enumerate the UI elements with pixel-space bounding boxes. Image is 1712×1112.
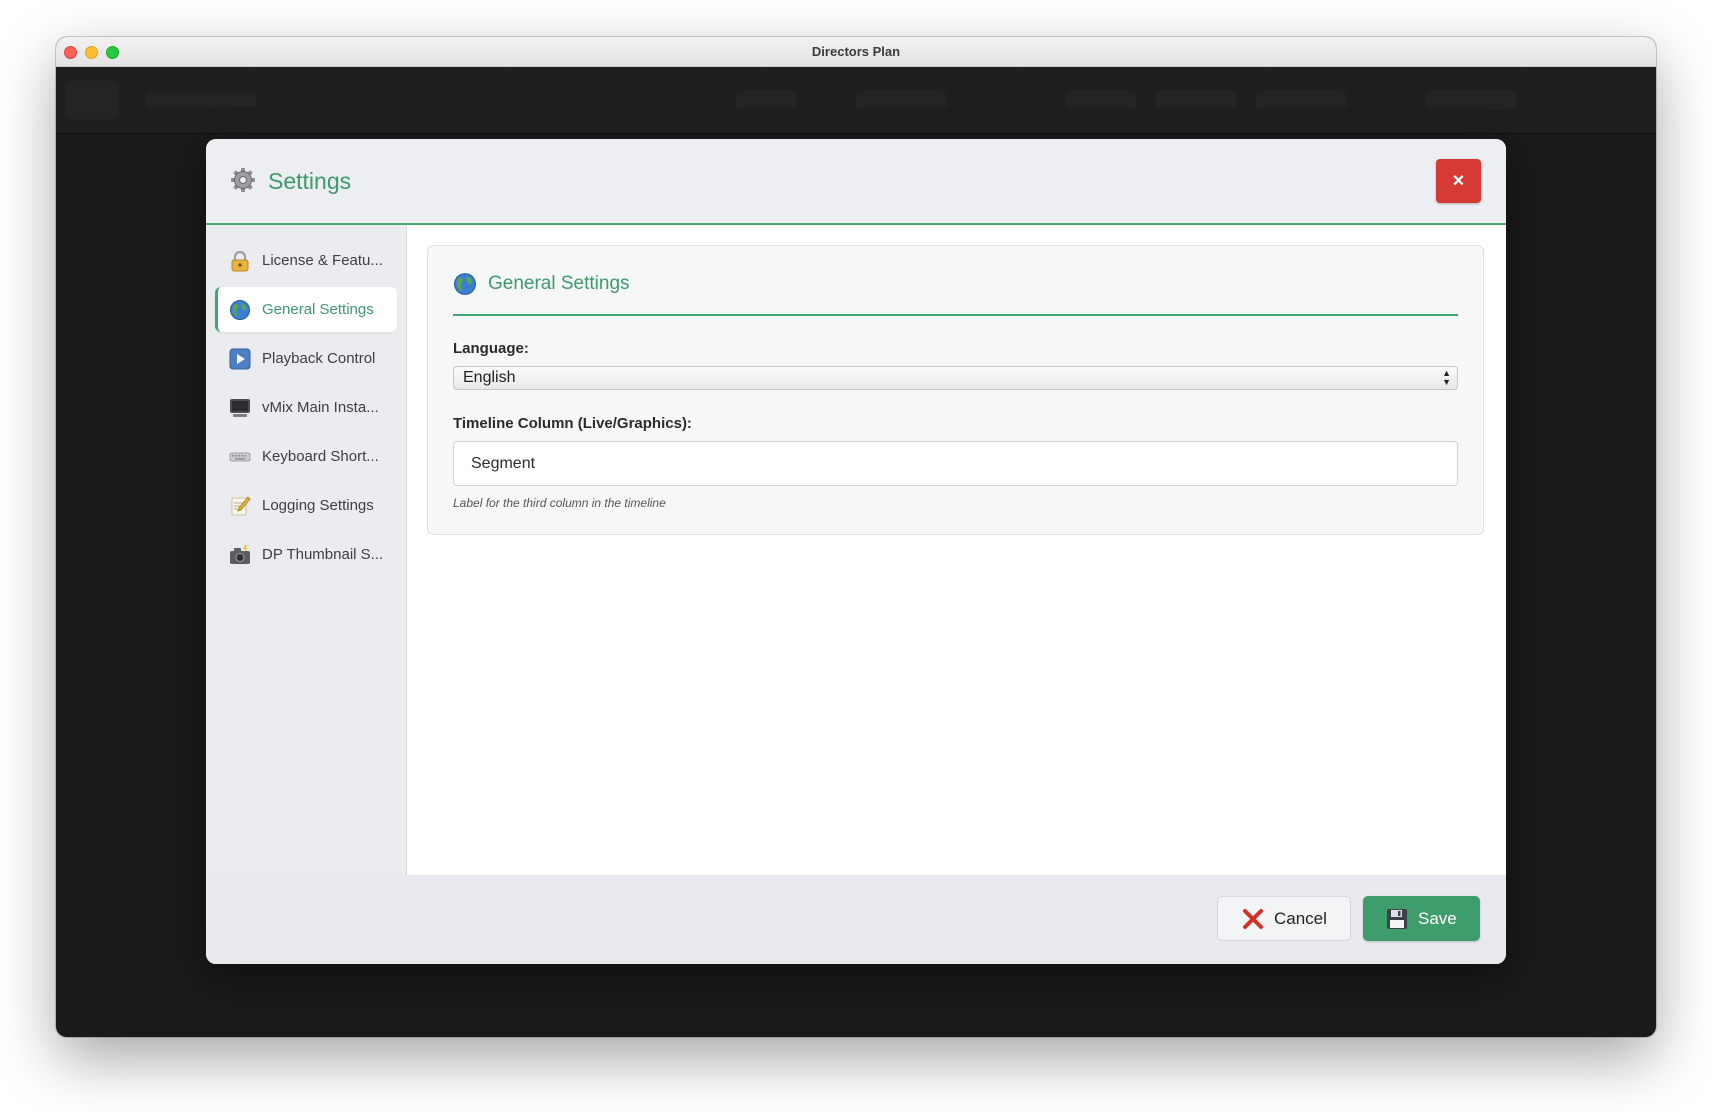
sidebar-item-label: DP Thumbnail S...	[262, 546, 384, 563]
sidebar-item-label: Playback Control	[262, 350, 376, 367]
panel-title: General Settings	[488, 273, 630, 294]
sidebar-item-label: vMix Main Insta...	[262, 399, 379, 416]
sidebar-item-label: Logging Settings	[262, 497, 374, 514]
timeline-column-input[interactable]: Segment	[453, 441, 1458, 486]
globe-icon	[453, 272, 477, 296]
settings-sidebar: License & Featu... General Settings Play…	[206, 225, 407, 875]
computer-icon	[229, 397, 251, 419]
keyboard-icon	[229, 446, 251, 468]
sidebar-item-keyboard-shortcuts[interactable]: Keyboard Short...	[215, 434, 397, 479]
save-button-label: Save	[1418, 908, 1457, 928]
sidebar-item-label: Keyboard Short...	[262, 448, 379, 465]
floppy-disk-icon	[1386, 908, 1408, 930]
general-settings-panel: General Settings Language: English ▲ ▼ Ti…	[427, 245, 1484, 535]
modal-title: Settings	[268, 168, 352, 194]
modal-footer: Cancel Save	[206, 875, 1506, 964]
timeline-column-label: Timeline Column (Live/Graphics):	[453, 415, 692, 432]
window-titlebar: Directors Plan	[56, 37, 1656, 67]
sidebar-item-playback-control[interactable]: Playback Control	[215, 336, 397, 381]
sidebar-item-vmix-main-instance[interactable]: vMix Main Insta...	[215, 385, 397, 430]
play-button-icon	[229, 348, 251, 370]
globe-icon	[229, 299, 251, 321]
save-button[interactable]: Save	[1363, 896, 1480, 941]
sidebar-item-general-settings[interactable]: General Settings	[215, 287, 397, 332]
modal-header: Settings ×	[206, 139, 1506, 225]
modal-body: License & Featu... General Settings Play…	[206, 225, 1506, 875]
select-arrows-icon: ▲ ▼	[1442, 368, 1451, 387]
settings-modal: Settings × License & Featu... General Se…	[206, 139, 1506, 964]
gear-icon	[230, 167, 256, 193]
window-title: Directors Plan	[811, 44, 901, 59]
language-select-value: English	[463, 369, 516, 386]
language-label: Language:	[453, 340, 529, 357]
sidebar-item-label: License & Featu...	[262, 252, 383, 269]
lock-key-icon	[229, 250, 251, 272]
camera-flash-icon	[229, 544, 251, 566]
close-button[interactable]: ×	[1436, 159, 1481, 203]
language-select[interactable]: English ▲ ▼	[453, 366, 1458, 390]
panel-header: General Settings	[453, 272, 1458, 316]
timeline-column-hint: Label for the third column in the timeli…	[453, 496, 666, 510]
app-window: Directors Plan Settings × License & Feat…	[56, 37, 1656, 1037]
cross-mark-icon	[1242, 908, 1264, 930]
sidebar-item-label: General Settings	[262, 301, 374, 318]
settings-content: General Settings Language: English ▲ ▼ Ti…	[407, 225, 1506, 875]
cancel-button-label: Cancel	[1274, 908, 1327, 928]
sidebar-item-license[interactable]: License & Featu...	[215, 238, 397, 283]
sidebar-item-logging-settings[interactable]: Logging Settings	[215, 483, 397, 528]
sidebar-item-dp-thumbnail[interactable]: DP Thumbnail S...	[215, 532, 397, 577]
cancel-button[interactable]: Cancel	[1217, 896, 1351, 941]
memo-icon	[229, 495, 251, 517]
